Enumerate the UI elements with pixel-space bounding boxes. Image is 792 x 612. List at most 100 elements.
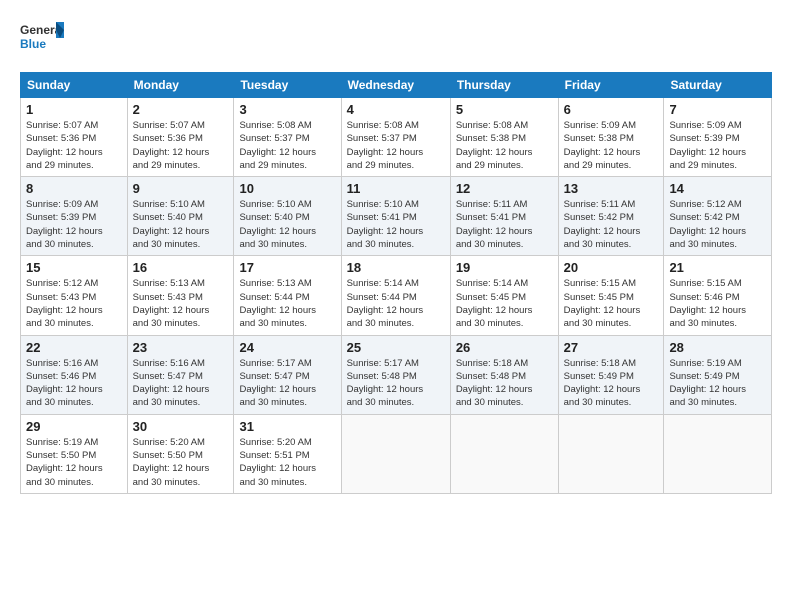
calendar-header-row: SundayMondayTuesdayWednesdayThursdayFrid… [21,73,772,98]
calendar-cell: 11 Sunrise: 5:10 AMSunset: 5:41 PMDayligh… [341,177,450,256]
day-number: 28 [669,340,766,355]
logo-svg: General Blue [20,18,64,62]
day-number: 31 [239,419,335,434]
day-header-thursday: Thursday [450,73,558,98]
calendar-cell: 7 Sunrise: 5:09 AMSunset: 5:39 PMDaylight… [664,98,772,177]
day-number: 3 [239,102,335,117]
day-number: 6 [564,102,659,117]
day-number: 5 [456,102,553,117]
calendar-cell [450,414,558,493]
calendar-cell: 21Sunrise: 5:15 AMSunset: 5:46 PMDayligh… [664,256,772,335]
day-info: Sunrise: 5:19 AMSunset: 5:49 PMDaylight:… [669,357,766,410]
page: General Blue SundayMondayTuesdayWednesda… [0,0,792,612]
day-info: Sunrise: 5:16 AMSunset: 5:46 PMDaylight:… [26,357,122,410]
day-info: Sunrise: 5:20 AMSunset: 5:51 PMDaylight:… [239,436,335,489]
calendar-cell: 16 Sunrise: 5:13 AMSunset: 5:43 PMDayligh… [127,256,234,335]
day-info: Sunrise: 5:10 AMSunset: 5:41 PMDaylight:… [347,198,445,251]
day-number: 8 [26,181,122,196]
calendar-week-4: 22 Sunrise: 5:16 AMSunset: 5:46 PMDayligh… [21,335,772,414]
day-info: Sunrise: 5:10 AMSunset: 5:40 PMDaylight:… [133,198,229,251]
calendar-cell [664,414,772,493]
day-info: Sunrise: 5:15 AMSunset: 5:46 PMDaylight:… [669,277,766,330]
calendar-cell: 27Sunrise: 5:18 AMSunset: 5:49 PMDayligh… [558,335,664,414]
calendar-cell: 30 Sunrise: 5:20 AMSunset: 5:50 PMDayligh… [127,414,234,493]
calendar-cell: 15Sunrise: 5:12 AMSunset: 5:43 PMDayligh… [21,256,128,335]
day-number: 19 [456,260,553,275]
day-number: 2 [133,102,229,117]
day-header-friday: Friday [558,73,664,98]
day-header-tuesday: Tuesday [234,73,341,98]
calendar-cell: 10 Sunrise: 5:10 AMSunset: 5:40 PMDayligh… [234,177,341,256]
day-number: 26 [456,340,553,355]
calendar-cell: 29Sunrise: 5:19 AMSunset: 5:50 PMDayligh… [21,414,128,493]
svg-text:Blue: Blue [20,37,46,51]
day-number: 24 [239,340,335,355]
day-info: Sunrise: 5:16 AMSunset: 5:47 PMDaylight:… [133,357,229,410]
day-number: 17 [239,260,335,275]
calendar-cell: 25 Sunrise: 5:17 AMSunset: 5:48 PMDayligh… [341,335,450,414]
day-number: 30 [133,419,229,434]
day-number: 20 [564,260,659,275]
day-info: Sunrise: 5:09 AMSunset: 5:38 PMDaylight:… [564,119,659,172]
day-info: Sunrise: 5:07 AMSunset: 5:36 PMDaylight:… [133,119,229,172]
calendar-cell: 22 Sunrise: 5:16 AMSunset: 5:46 PMDayligh… [21,335,128,414]
day-info: Sunrise: 5:10 AMSunset: 5:40 PMDaylight:… [239,198,335,251]
day-info: Sunrise: 5:07 AMSunset: 5:36 PMDaylight:… [26,119,122,172]
calendar-table: SundayMondayTuesdayWednesdayThursdayFrid… [20,72,772,494]
calendar-cell: 8 Sunrise: 5:09 AMSunset: 5:39 PMDaylight… [21,177,128,256]
calendar-week-5: 29Sunrise: 5:19 AMSunset: 5:50 PMDayligh… [21,414,772,493]
day-number: 11 [347,181,445,196]
day-number: 4 [347,102,445,117]
day-info: Sunrise: 5:11 AMSunset: 5:41 PMDaylight:… [456,198,553,251]
logo: General Blue [20,18,64,62]
day-number: 16 [133,260,229,275]
header: General Blue [20,18,772,62]
day-info: Sunrise: 5:13 AMSunset: 5:44 PMDaylight:… [239,277,335,330]
day-info: Sunrise: 5:18 AMSunset: 5:49 PMDaylight:… [564,357,659,410]
calendar-week-1: 1 Sunrise: 5:07 AMSunset: 5:36 PMDaylight… [21,98,772,177]
day-info: Sunrise: 5:17 AMSunset: 5:47 PMDaylight:… [239,357,335,410]
day-number: 23 [133,340,229,355]
day-number: 13 [564,181,659,196]
day-info: Sunrise: 5:09 AMSunset: 5:39 PMDaylight:… [26,198,122,251]
day-number: 22 [26,340,122,355]
day-header-monday: Monday [127,73,234,98]
calendar-cell [341,414,450,493]
day-info: Sunrise: 5:17 AMSunset: 5:48 PMDaylight:… [347,357,445,410]
day-number: 25 [347,340,445,355]
calendar-cell: 5 Sunrise: 5:08 AMSunset: 5:38 PMDaylight… [450,98,558,177]
day-info: Sunrise: 5:09 AMSunset: 5:39 PMDaylight:… [669,119,766,172]
day-info: Sunrise: 5:08 AMSunset: 5:38 PMDaylight:… [456,119,553,172]
day-info: Sunrise: 5:12 AMSunset: 5:42 PMDaylight:… [669,198,766,251]
calendar-week-2: 8 Sunrise: 5:09 AMSunset: 5:39 PMDaylight… [21,177,772,256]
day-number: 1 [26,102,122,117]
day-info: Sunrise: 5:20 AMSunset: 5:50 PMDaylight:… [133,436,229,489]
calendar-cell: 28 Sunrise: 5:19 AMSunset: 5:49 PMDayligh… [664,335,772,414]
day-number: 12 [456,181,553,196]
calendar-cell: 31 Sunrise: 5:20 AMSunset: 5:51 PMDayligh… [234,414,341,493]
day-number: 9 [133,181,229,196]
calendar-cell: 20 Sunrise: 5:15 AMSunset: 5:45 PMDayligh… [558,256,664,335]
day-info: Sunrise: 5:11 AMSunset: 5:42 PMDaylight:… [564,198,659,251]
day-number: 10 [239,181,335,196]
day-info: Sunrise: 5:15 AMSunset: 5:45 PMDaylight:… [564,277,659,330]
calendar-cell: 2 Sunrise: 5:07 AMSunset: 5:36 PMDaylight… [127,98,234,177]
calendar-cell: 19 Sunrise: 5:14 AMSunset: 5:45 PMDayligh… [450,256,558,335]
day-header-wednesday: Wednesday [341,73,450,98]
calendar-cell: 3 Sunrise: 5:08 AMSunset: 5:37 PMDaylight… [234,98,341,177]
day-number: 29 [26,419,122,434]
calendar-cell: 13 Sunrise: 5:11 AMSunset: 5:42 PMDayligh… [558,177,664,256]
day-header-saturday: Saturday [664,73,772,98]
calendar-cell [558,414,664,493]
day-number: 7 [669,102,766,117]
day-info: Sunrise: 5:14 AMSunset: 5:44 PMDaylight:… [347,277,445,330]
day-info: Sunrise: 5:08 AMSunset: 5:37 PMDaylight:… [239,119,335,172]
calendar-cell: 6 Sunrise: 5:09 AMSunset: 5:38 PMDaylight… [558,98,664,177]
day-info: Sunrise: 5:13 AMSunset: 5:43 PMDaylight:… [133,277,229,330]
calendar-week-3: 15Sunrise: 5:12 AMSunset: 5:43 PMDayligh… [21,256,772,335]
day-number: 18 [347,260,445,275]
calendar-cell: 4Sunrise: 5:08 AMSunset: 5:37 PMDaylight… [341,98,450,177]
day-info: Sunrise: 5:18 AMSunset: 5:48 PMDaylight:… [456,357,553,410]
calendar-cell: 18 Sunrise: 5:14 AMSunset: 5:44 PMDayligh… [341,256,450,335]
day-info: Sunrise: 5:14 AMSunset: 5:45 PMDaylight:… [456,277,553,330]
